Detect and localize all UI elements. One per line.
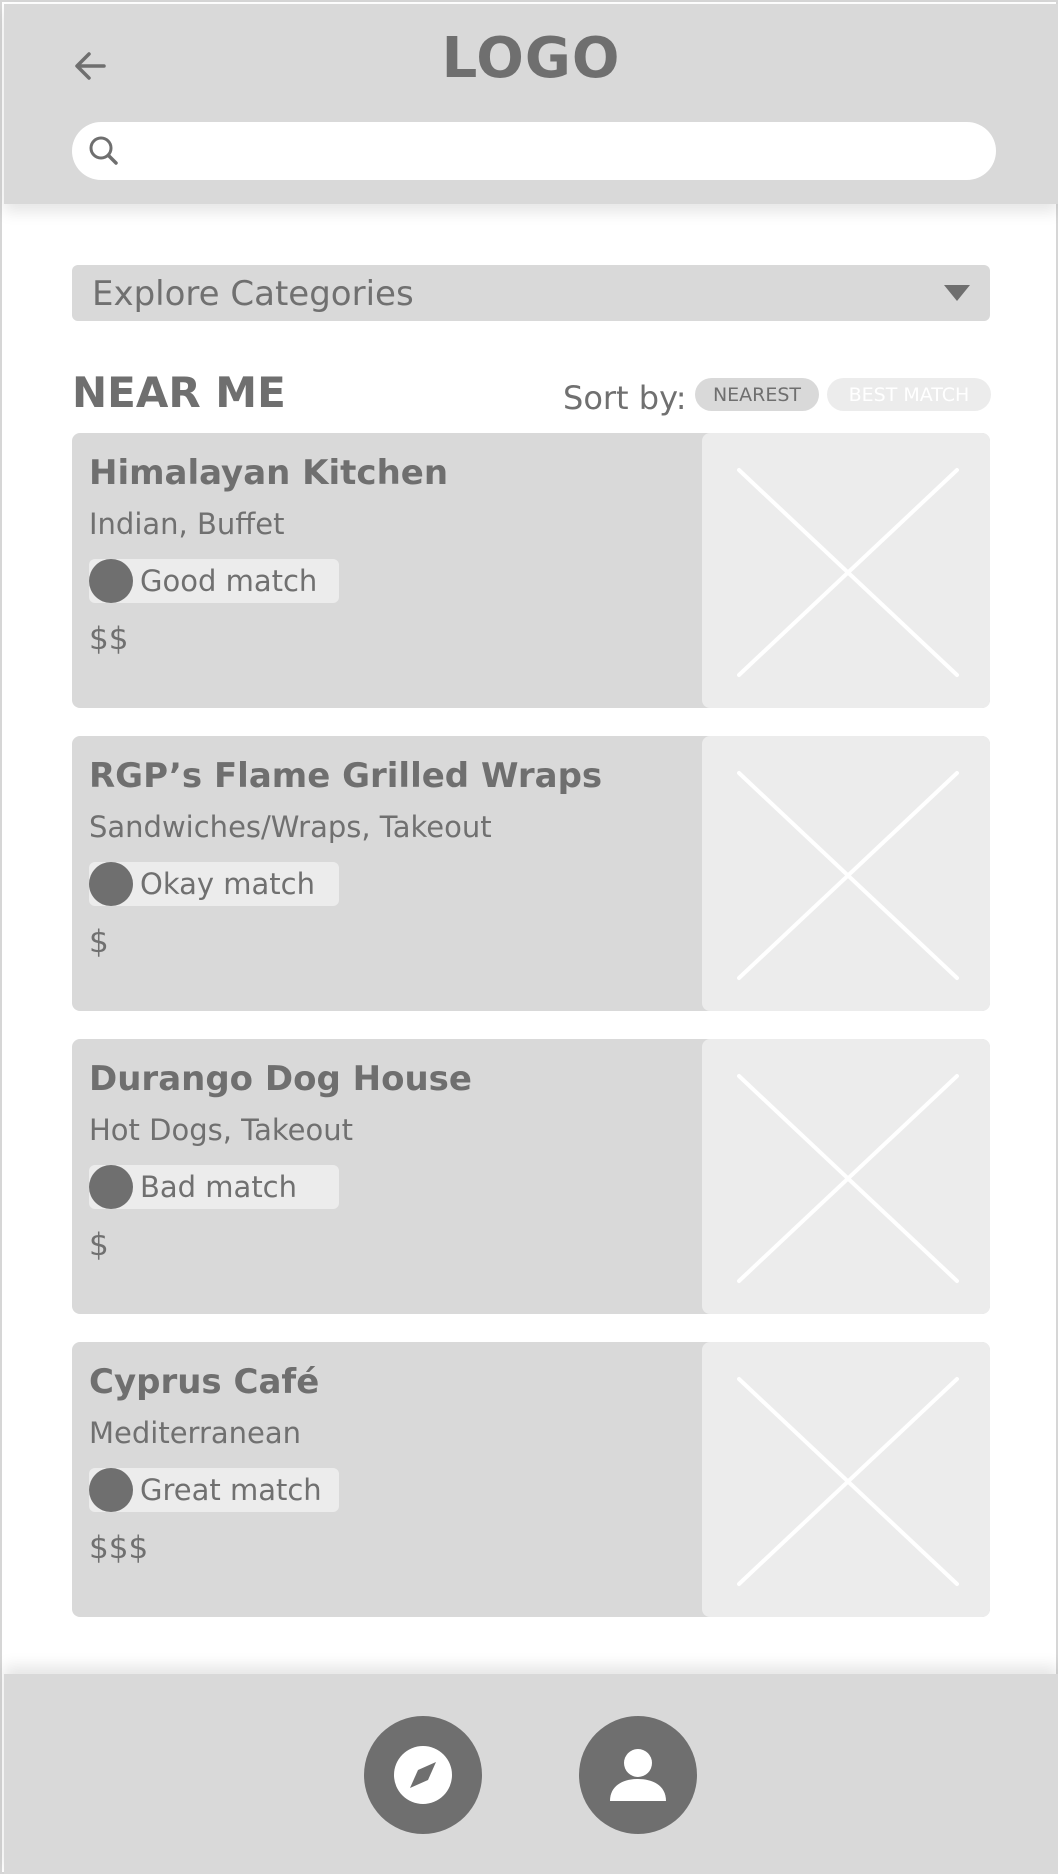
match-indicator-dot xyxy=(89,1165,133,1209)
nav-explore-button[interactable] xyxy=(364,1716,482,1834)
sort-best-match-button[interactable]: BEST MATCH xyxy=(827,378,991,411)
price-level: $ xyxy=(89,1227,109,1263)
sort-label: Sort by: xyxy=(563,379,687,417)
price-level: $$$ xyxy=(89,1530,149,1566)
match-label: Okay match xyxy=(140,867,315,901)
match-badge: Good match xyxy=(89,559,339,603)
image-placeholder xyxy=(702,1039,990,1314)
restaurant-name: Cyprus Café xyxy=(89,1362,320,1402)
explore-categories-dropdown[interactable]: Explore Categories xyxy=(72,265,990,321)
restaurant-cuisine: Sandwiches/Wraps, Takeout xyxy=(89,810,492,844)
section-title-near-me: NEAR ME xyxy=(72,368,286,417)
logo: LOGO xyxy=(441,26,621,91)
image-placeholder xyxy=(702,736,990,1011)
header: LOGO xyxy=(4,4,1058,204)
match-badge: Okay match xyxy=(89,862,339,906)
match-label: Bad match xyxy=(140,1170,298,1204)
match-label: Good match xyxy=(140,564,318,598)
match-label: Great match xyxy=(140,1473,322,1507)
restaurant-card[interactable]: RGP’s Flame Grilled Wraps Sandwiches/Wra… xyxy=(72,736,990,1011)
user-icon xyxy=(610,1749,666,1801)
compass-icon xyxy=(394,1746,452,1804)
app-frame: LOGO Explore Categories NEAR ME Sort by:… xyxy=(0,0,1058,1874)
match-indicator-dot xyxy=(89,862,133,906)
bottom-nav xyxy=(4,1674,1058,1874)
restaurant-name: RGP’s Flame Grilled Wraps xyxy=(89,756,603,796)
restaurant-card[interactable]: Himalayan Kitchen Indian, Buffet Good ma… xyxy=(72,433,990,708)
search-input[interactable] xyxy=(124,122,996,180)
image-placeholder xyxy=(702,1342,990,1617)
price-level: $$ xyxy=(89,621,129,657)
restaurant-card[interactable]: Cyprus Café Mediterranean Great match $$… xyxy=(72,1342,990,1617)
caret-down-icon xyxy=(944,285,970,301)
image-placeholder xyxy=(702,433,990,708)
search-icon xyxy=(84,131,124,171)
match-badge: Bad match xyxy=(89,1165,339,1209)
price-level: $ xyxy=(89,924,109,960)
categories-label: Explore Categories xyxy=(92,274,414,314)
restaurant-card[interactable]: Durango Dog House Hot Dogs, Takeout Bad … xyxy=(72,1039,990,1314)
restaurant-name: Himalayan Kitchen xyxy=(89,453,449,493)
sort-nearest-button[interactable]: NEAREST xyxy=(695,378,819,411)
match-badge: Great match xyxy=(89,1468,339,1512)
match-indicator-dot xyxy=(89,1468,133,1512)
restaurant-cuisine: Indian, Buffet xyxy=(89,507,285,541)
search-bar[interactable] xyxy=(72,122,996,180)
match-indicator-dot xyxy=(89,559,133,603)
nav-profile-button[interactable] xyxy=(579,1716,697,1834)
restaurant-cuisine: Hot Dogs, Takeout xyxy=(89,1113,353,1147)
restaurant-name: Durango Dog House xyxy=(89,1059,472,1099)
restaurant-cuisine: Mediterranean xyxy=(89,1416,302,1450)
